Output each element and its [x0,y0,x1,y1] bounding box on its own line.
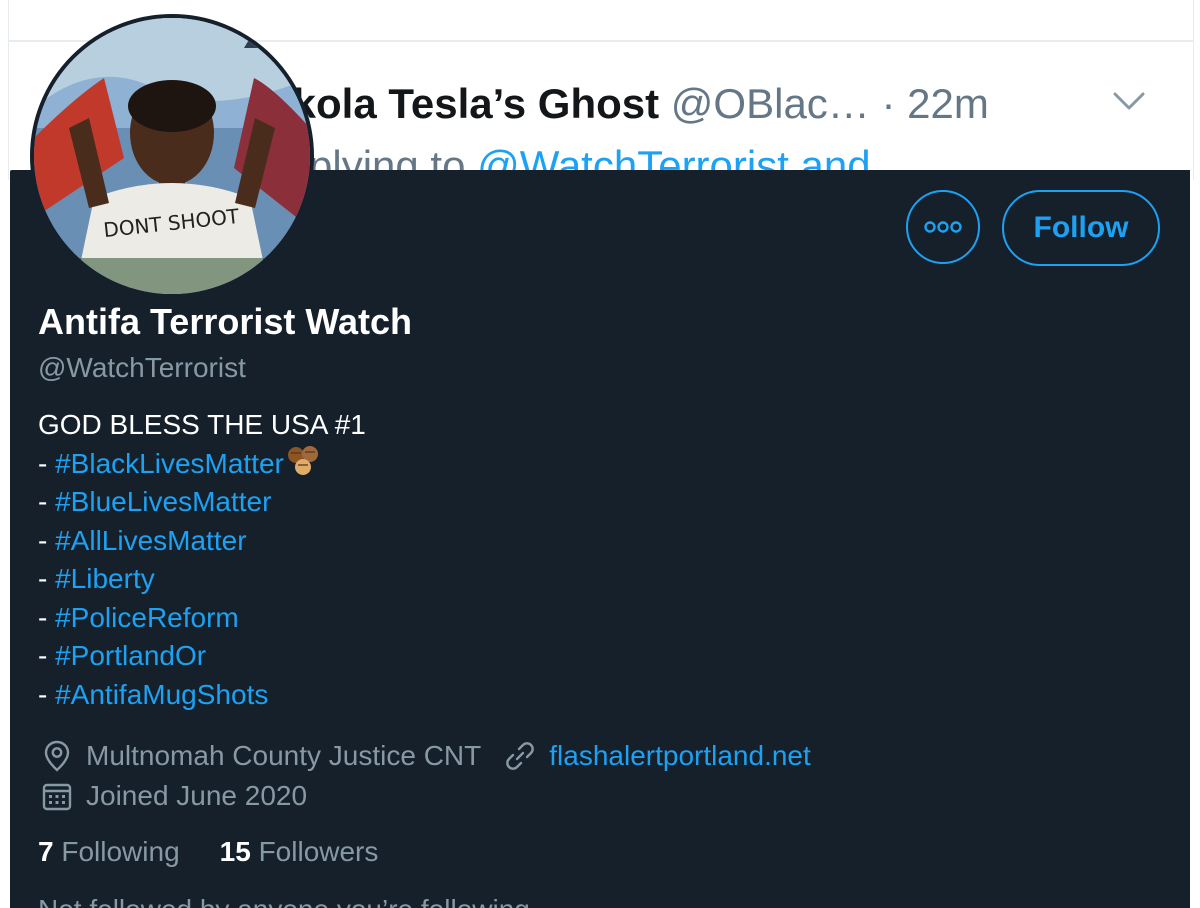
bio-dash: - [38,563,56,594]
bio-dash: - [38,678,56,710]
followers-count: 15 [219,836,251,867]
background-tweet-timestamp[interactable]: · 22m [881,80,988,127]
following-count: 7 [38,836,54,867]
bio-dash: - [38,486,56,517]
background-tweet-author-name[interactable]: ikola Tesla’s Ghost [281,80,659,127]
follow-button[interactable]: Follow [1002,190,1160,266]
hashtag-link[interactable]: #BlueLivesMatter [55,486,271,517]
profile-follow-counts: 7 Following 15 Followers [38,832,378,872]
profile-website-link[interactable]: flashalertportland.net [549,736,811,776]
hashtag-link[interactable]: #Liberty [55,563,155,594]
background-tweet-author-handle[interactable]: @OBlac… [671,80,870,127]
chevron-down-icon[interactable] [1109,84,1149,120]
bio-line: - #BlackLivesMatter [38,445,366,484]
bio-dash: - [38,601,56,633]
calendar-icon [42,783,72,811]
more-icon [924,221,962,233]
avatar-image: DONT SHOOT [34,18,310,294]
page: ikola Tesla’s Ghost @OBlac… · 22m plying… [0,0,1200,908]
profile-bio: GOD BLESS THE USA #1 - #BlackLivesMatter… [38,406,366,714]
bio-headline: GOD BLESS THE USA #1 [38,409,366,440]
bio-line: - #PortlandOr [38,637,366,676]
bio-line: - #PoliceReform [38,599,366,638]
bio-line: - #Liberty [38,560,366,599]
followers-count-link[interactable]: 15 Followers [220,836,379,867]
bio-line: - #AntifaMugShots [38,676,366,715]
following-count-link[interactable]: 7 Following [38,836,180,867]
profile-handle[interactable]: @WatchTerrorist [38,348,246,388]
profile-location-website-row: Multnomah County Justice CNT flashalertp… [40,736,811,776]
location-pin-icon [44,740,70,772]
profile-joined-date: Joined June 2020 [86,780,308,811]
bio-dash: - [38,524,56,556]
bio-line: - #AllLivesMatter [38,522,366,561]
bio-dash: - [38,640,56,671]
bio-line: - #BlueLivesMatter [38,483,366,522]
hashtag-link[interactable]: #AntifaMugShots [55,679,268,710]
raised-fists-emoji [286,445,324,477]
hashtag-link[interactable]: #PoliceReform [55,602,239,633]
following-label: Following [61,836,180,867]
followers-label: Followers [258,836,379,867]
profile-location: Multnomah County Justice CNT [86,740,482,771]
link-icon [506,742,535,770]
profile-joined-row: Joined June 2020 [40,776,307,816]
more-options-button[interactable] [906,190,980,264]
bio-dash: - [38,447,56,479]
avatar[interactable]: DONT SHOOT [30,14,314,298]
profile-display-name[interactable]: Antifa Terrorist Watch [38,298,412,346]
background-tweet-header: ikola Tesla’s Ghost @OBlac… · 22m [281,76,989,132]
hashtag-link[interactable]: #PortlandOr [55,640,206,671]
hashtag-link[interactable]: #AllLivesMatter [55,525,246,556]
hashtag-link[interactable]: #BlackLivesMatter [55,448,284,479]
social-context-text: Not followed by anyone you’re following [38,890,530,908]
